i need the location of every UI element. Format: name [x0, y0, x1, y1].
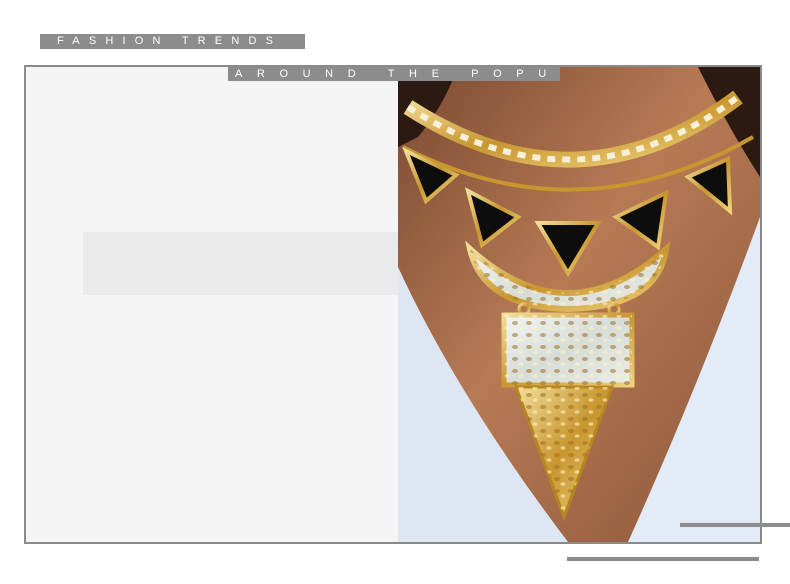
necklace-illustration [398, 67, 760, 542]
section-tag-fashion-trends: FASHION TRENDS [40, 34, 305, 49]
necklace-photo [398, 67, 760, 542]
decorative-line [567, 557, 759, 561]
text-placeholder-block [83, 232, 399, 295]
decorative-line [680, 523, 790, 527]
section-subtag-around-the-popular: AROUND THE POPULAR [228, 67, 560, 81]
